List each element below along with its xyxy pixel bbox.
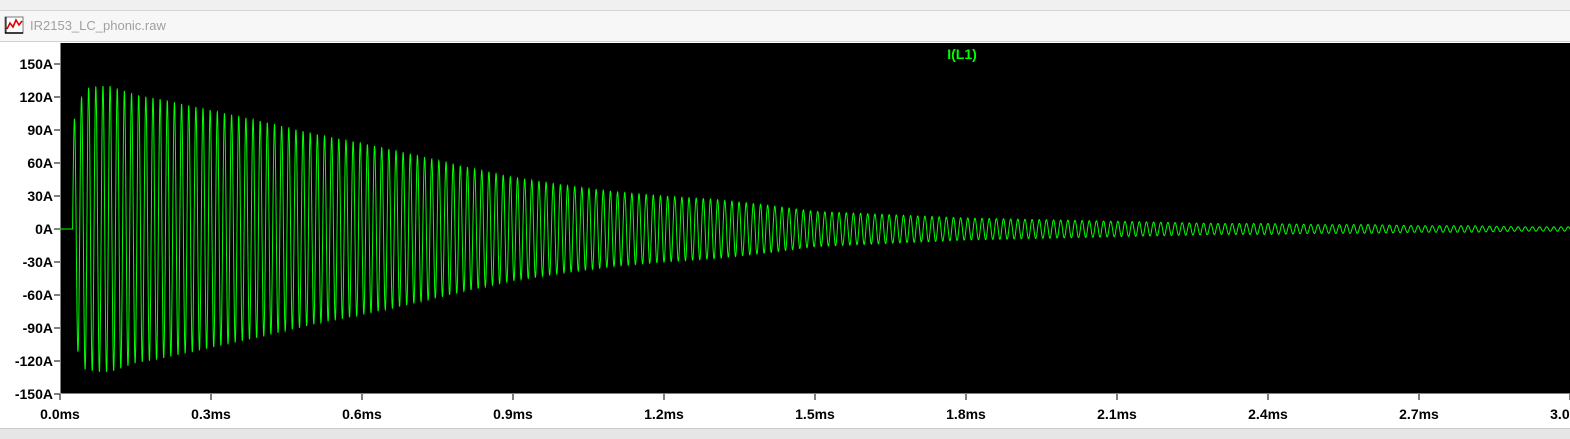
y-tick-label: -90A bbox=[23, 320, 53, 336]
waveform-plot-icon bbox=[4, 16, 24, 34]
x-tick-label: 0.9ms bbox=[493, 406, 533, 422]
plot-pane[interactable]: I(L1) 150A 120A 90A 60A 30A 0A -30A -60A -90A -12… bbox=[0, 42, 1570, 436]
x-tick-label: 0.6ms bbox=[342, 406, 382, 422]
x-tick-label: 3.0ms bbox=[1550, 406, 1570, 422]
plot-background bbox=[60, 42, 1570, 394]
x-tick-label: 1.8ms bbox=[946, 406, 986, 422]
x-tick-label: 2.4ms bbox=[1248, 406, 1288, 422]
x-tick-label: 0.3ms bbox=[191, 406, 231, 422]
x-tick-label: 1.2ms bbox=[644, 406, 684, 422]
window-title: IR2153_LC_phonic.raw bbox=[30, 18, 166, 33]
y-tick-label: 150A bbox=[20, 56, 53, 72]
trace-label[interactable]: I(L1) bbox=[947, 46, 977, 62]
y-tick-label: -150A bbox=[15, 386, 53, 402]
y-tick-label: -30A bbox=[23, 254, 53, 270]
y-tick-label: -60A bbox=[23, 287, 53, 303]
y-tick-label: 0A bbox=[35, 221, 53, 237]
y-tick-label: 60A bbox=[27, 155, 53, 171]
y-tick-label: 30A bbox=[27, 188, 53, 204]
x-axis-ticks: 0.0ms 0.3ms 0.6ms 0.9ms 1.2ms 1.5ms 1.8ms 2.1ms… bbox=[40, 394, 1570, 422]
y-tick-label: 90A bbox=[27, 122, 53, 138]
bottom-status-strip bbox=[0, 428, 1570, 439]
x-tick-label: 0.0ms bbox=[40, 406, 80, 422]
waveform-chart[interactable]: I(L1) 150A 120A 90A 60A 30A 0A -30A -60A -90A -12… bbox=[0, 42, 1570, 428]
y-axis-ticks: 150A 120A 90A 60A 30A 0A -30A -60A -90A -120A -150… bbox=[15, 56, 60, 402]
x-tick-label: 2.1ms bbox=[1097, 406, 1137, 422]
x-tick-label: 1.5ms bbox=[795, 406, 835, 422]
y-tick-label: 120A bbox=[20, 89, 53, 105]
y-tick-label: -120A bbox=[15, 353, 53, 369]
waveform-viewer-window: IR2153_LC_phonic.raw I(L1) 150A 120A 90A 60… bbox=[0, 0, 1570, 439]
x-tick-label: 2.7ms bbox=[1399, 406, 1439, 422]
plot-title-bar[interactable]: IR2153_LC_phonic.raw bbox=[0, 10, 1570, 42]
